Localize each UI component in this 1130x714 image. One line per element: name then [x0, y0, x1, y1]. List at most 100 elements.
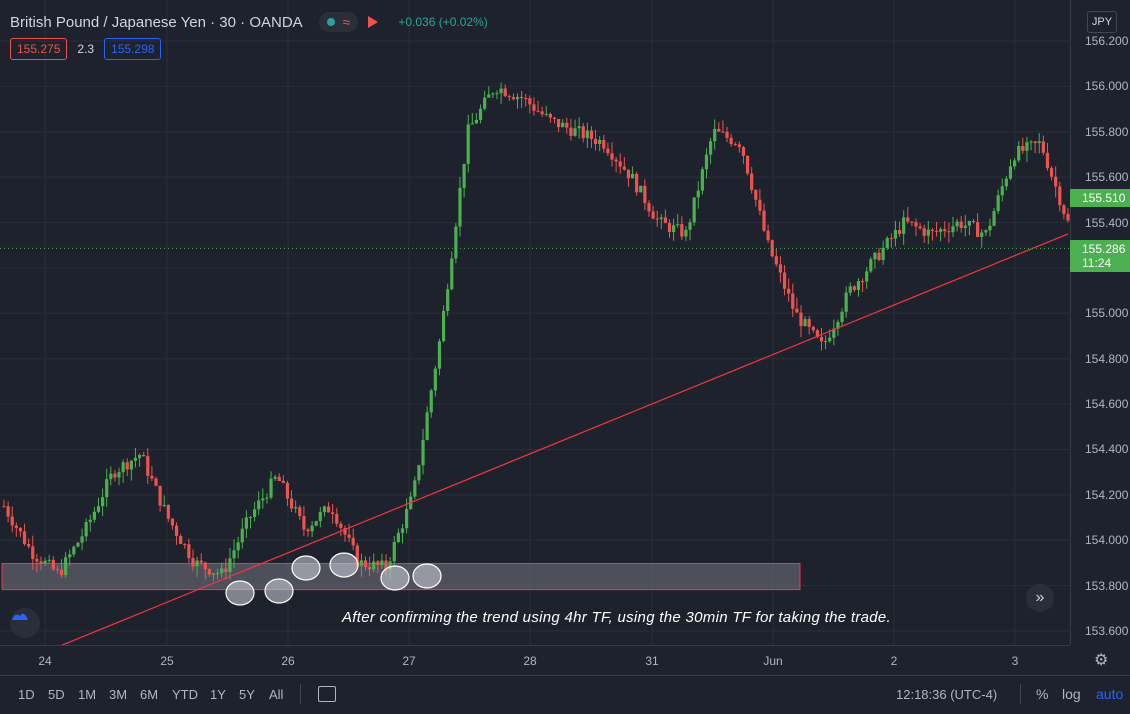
candle-body [667, 223, 672, 233]
percent-toggle[interactable]: % [1036, 686, 1048, 702]
gear-icon[interactable]: ⚙ [1094, 650, 1108, 670]
bid-price-button[interactable]: 155.275 [10, 38, 68, 60]
symbol-title[interactable]: British Pound / Japanese Yen · 30 · OAND… [10, 14, 303, 31]
candle-body [733, 143, 737, 145]
range-1d[interactable]: 1D [18, 687, 35, 702]
candle-body [207, 569, 212, 575]
log-toggle[interactable]: log [1062, 686, 1081, 702]
candle-body [322, 506, 327, 513]
candle-body [88, 519, 92, 523]
candle-body [520, 96, 524, 98]
candle-body [491, 93, 495, 95]
candle-body [573, 128, 577, 136]
range-1m[interactable]: 1M [78, 687, 96, 702]
currency-button[interactable]: JPY [1087, 11, 1117, 33]
candle-body [433, 368, 437, 391]
candle-body [142, 454, 146, 457]
candle-body [174, 525, 179, 536]
candle-body [643, 185, 647, 204]
candle-body [191, 558, 195, 567]
candle-body [885, 238, 889, 248]
candle-body [1033, 141, 1037, 144]
candlestick-chart[interactable] [0, 0, 1070, 645]
price-tick-label: 155.400 [1085, 215, 1129, 230]
price-tick-label: 156.000 [1085, 79, 1129, 94]
range-ytd[interactable]: YTD [172, 687, 198, 702]
candle-body [261, 498, 265, 501]
range-6m[interactable]: 6M [140, 687, 158, 702]
price-tick-label: 153.800 [1085, 578, 1129, 593]
candle-body [873, 252, 877, 260]
range-1y[interactable]: 1Y [210, 687, 226, 702]
tradingview-logo-icon[interactable] [10, 608, 40, 638]
candle-body [676, 224, 680, 226]
status-pill[interactable]: ≈ [318, 12, 359, 32]
candle-body [347, 534, 351, 538]
candle-body [392, 542, 396, 562]
range-5d[interactable]: 5D [48, 687, 65, 702]
candle-body [713, 128, 717, 142]
candle-body [881, 247, 885, 260]
candle-body [955, 221, 959, 227]
candle-body [376, 561, 380, 565]
double-chevron-right-icon[interactable]: » [1026, 584, 1054, 612]
price-tick-label: 154.000 [1085, 533, 1129, 548]
candle-body [918, 226, 922, 229]
candle-body [967, 221, 972, 226]
price-axis[interactable]: JPY 156.200 156.000 155.800 155.600 155.400 1… [1070, 0, 1130, 645]
candle-body [688, 222, 692, 230]
candle-body [446, 289, 450, 311]
candle-body [943, 229, 947, 232]
candle-body [856, 281, 861, 290]
time-axis[interactable]: 24 25 26 27 28 31 Jun 2 3 [0, 645, 1070, 676]
candle-body [930, 229, 935, 231]
flag-icon[interactable] [368, 16, 379, 28]
date-range-icon[interactable] [318, 686, 336, 702]
candle-body [778, 264, 783, 273]
price-tick-label: 155.000 [1085, 306, 1129, 321]
chart-plot-area[interactable]: British Pound / Japanese Yen · 30 · OAND… [0, 0, 1070, 645]
candle-body [396, 532, 400, 543]
clock-time[interactable]: 12:18:36 (UTC-4) [896, 687, 997, 702]
candle-body [326, 506, 331, 513]
candle-body [556, 118, 561, 128]
range-5y[interactable]: 5Y [239, 687, 255, 702]
auto-toggle[interactable]: auto [1096, 686, 1123, 702]
current-price-value: 155.286 [1082, 242, 1126, 256]
toolbar-divider [1020, 684, 1021, 704]
candle-body [692, 197, 696, 223]
candle-body [359, 560, 364, 566]
candle-body [893, 229, 898, 239]
candle-body [105, 479, 109, 498]
candle-body [606, 148, 610, 154]
time-tick-label: 3 [1011, 654, 1019, 668]
candle-body [902, 217, 906, 234]
price-tick-label: 154.400 [1085, 442, 1129, 457]
candle-body [754, 190, 758, 200]
ask-price-button[interactable]: 155.298 [104, 38, 162, 60]
candle-body [55, 569, 60, 571]
price-tick-label: 154.800 [1085, 351, 1129, 366]
candle-body [339, 523, 343, 529]
candle-body [14, 525, 18, 528]
candle-body [598, 140, 602, 145]
candle-body [540, 111, 544, 115]
candle-body [470, 123, 474, 125]
candle-body [593, 138, 598, 145]
candle-body [869, 259, 873, 272]
candle-body [589, 130, 594, 139]
candle-body [659, 217, 663, 220]
candle-body [211, 573, 216, 575]
range-3m[interactable]: 3M [109, 687, 127, 702]
range-all[interactable]: All [269, 687, 283, 702]
price-change: +0.036 (+0.02%) [398, 15, 488, 29]
candle-body [647, 203, 651, 212]
candle-body [844, 292, 848, 312]
candle-body [302, 516, 306, 530]
candle-body [100, 497, 105, 507]
candle-body [672, 225, 676, 233]
candle-body [298, 507, 302, 517]
candle-body [199, 560, 203, 563]
candle-body [129, 460, 133, 470]
candle-body [273, 476, 277, 479]
